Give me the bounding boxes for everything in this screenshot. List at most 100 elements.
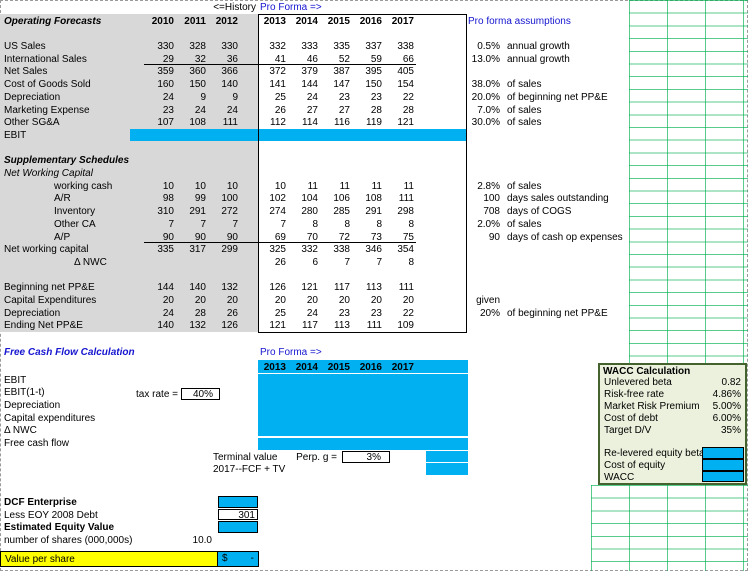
proforma-value: 7 xyxy=(344,256,350,268)
history-value: 10 xyxy=(226,180,238,192)
assumption-text: of sales xyxy=(507,218,542,230)
proforma-value: 25 xyxy=(274,307,286,319)
proforma-value: 20 xyxy=(402,295,414,307)
row-a-p: A/P 90 90 90 69 70 72 73 75 90 days of cash op exp… xyxy=(0,231,632,244)
history-value: 359 xyxy=(157,66,174,78)
history-value: 28 xyxy=(194,307,206,319)
history-value: 26 xyxy=(226,307,238,319)
row-beginning-net-pp-e: Beginning net PP&E 144 140 132 126 121 117 113 1… xyxy=(0,281,632,294)
row-a-r: A/R 98 99 100 102 104 106 108 111 100 days sales o… xyxy=(0,192,632,205)
proforma-value: 27 xyxy=(306,104,318,116)
fcf-plus-tv-cell[interactable] xyxy=(426,463,468,475)
terminal-value-cell[interactable] xyxy=(426,450,468,463)
proforma-value: 20 xyxy=(370,295,382,307)
wacc-cell-re-levered-equity-beta[interactable] xyxy=(702,447,744,459)
proforma-value: 111 xyxy=(398,282,414,294)
wacc-value-unlevered-beta: 0.82 xyxy=(721,377,741,389)
row-capital-expenditures: Capital Expenditures 20 20 20 20 20 20 20 20 give… xyxy=(0,294,632,307)
proforma-value: 144 xyxy=(301,79,318,91)
history-value: 98 xyxy=(162,193,174,205)
forecast-rows: US Sales 330 328 330 332 333 335 337 338 0.5% annu… xyxy=(0,27,748,333)
proforma-value: 20 xyxy=(306,295,318,307)
wacc-cell-wacc[interactable] xyxy=(702,470,744,483)
proforma-value: 108 xyxy=(365,193,382,205)
proforma-value: 346 xyxy=(365,244,382,256)
history-value: 335 xyxy=(157,244,174,256)
year-2011: 2011 xyxy=(184,16,206,27)
history-value: 126 xyxy=(221,320,238,332)
value-per-share-cell[interactable]: $ - xyxy=(217,551,259,567)
row-other-sg-a: Other SG&A 107 108 111 112 114 116 119 121 30.0% o… xyxy=(0,116,632,129)
dcf-enterprise-label: DCF Enterprise xyxy=(4,497,77,508)
assumption-value: 30.0% xyxy=(471,117,500,129)
debt-label: Less EOY 2008 Debt xyxy=(4,509,98,521)
proforma-value: 11 xyxy=(339,180,350,192)
row-label: Net Sales xyxy=(4,66,48,78)
proforma-value: 112 xyxy=(270,117,286,129)
tax-rate-input[interactable]: 40% xyxy=(181,387,220,400)
year-2012: 2012 xyxy=(215,16,238,27)
equity-value-label: Estimated Equity Value xyxy=(4,522,115,534)
proforma-value: 109 xyxy=(397,320,414,332)
year-2017: 2017 xyxy=(391,16,414,27)
proforma-value: 11 xyxy=(403,180,414,192)
row-label: Supplementary Schedules xyxy=(4,155,130,167)
proforma-value: 8 xyxy=(408,218,414,230)
row-label: Beginning net PP&E xyxy=(4,282,95,294)
assumption-value: given xyxy=(476,295,500,307)
tax-rate-label: tax rate = xyxy=(136,388,178,400)
history-value: 24 xyxy=(162,307,174,319)
history-value: 291 xyxy=(189,206,206,218)
history-value: 360 xyxy=(189,66,206,78)
row-label: A/R xyxy=(54,193,71,205)
proforma-value: 75 xyxy=(402,231,414,243)
history-value: 20 xyxy=(226,295,238,307)
wacc-cell-cost-of-equity[interactable] xyxy=(702,459,744,471)
history-value: 160 xyxy=(157,79,174,91)
row-label: Other SG&A xyxy=(4,117,60,129)
terminal-value-label: Terminal value xyxy=(213,451,278,463)
row-label: Depreciation xyxy=(4,307,61,319)
wacc-label-re-levered-equity-beta: Re-levered equity beta xyxy=(604,448,705,460)
history-value: 107 xyxy=(157,117,174,129)
wacc-label-market-risk-premium: Market Risk Premium xyxy=(604,401,700,412)
assumption-value: 38.0% xyxy=(471,79,500,91)
free-cash-flow-row-strip[interactable] xyxy=(258,438,468,450)
fcf-values-block[interactable] xyxy=(258,373,468,436)
proforma-value: 27 xyxy=(338,104,350,116)
history-value: 7 xyxy=(232,218,238,230)
equity-value-cell[interactable] xyxy=(218,521,258,533)
proforma-value: 66 xyxy=(402,53,414,65)
assumption-value: 13.0% xyxy=(471,53,500,65)
debt-input[interactable]: 301 xyxy=(218,508,258,521)
row-nwc: Δ NWC 26 6 7 7 8 xyxy=(0,256,632,269)
wacc-label-target-d-v: Target D/V xyxy=(604,424,652,436)
history-value: 317 xyxy=(189,244,206,256)
proforma-value: 72 xyxy=(338,231,350,243)
proforma-value: 280 xyxy=(301,206,318,218)
proforma-value: 104 xyxy=(301,193,318,205)
proforma-value: 126 xyxy=(269,282,286,294)
row-other-ca: Other CA 7 7 7 7 8 8 8 8 2.0% of sales xyxy=(0,218,632,231)
history-value: 272 xyxy=(221,206,238,218)
assumption-text: annual growth xyxy=(507,41,570,53)
proforma-value: 372 xyxy=(269,66,286,78)
proforma-value: 23 xyxy=(338,307,350,319)
proforma-value: 325 xyxy=(269,244,286,256)
fcf-year-2015: 2015 xyxy=(327,361,350,373)
wacc-label-cost-of-equity: Cost of equity xyxy=(604,460,666,471)
proforma-value: 11 xyxy=(307,180,318,192)
proforma-value: 121 xyxy=(301,282,318,294)
highlight-strip[interactable] xyxy=(130,129,466,142)
history-header: <=History xyxy=(213,2,256,13)
proforma-value: 102 xyxy=(269,193,286,205)
proforma-value: 298 xyxy=(397,206,414,218)
row-label: Cost of Goods Sold xyxy=(4,79,91,91)
dcf-enterprise-cell[interactable] xyxy=(218,496,258,508)
history-value: 36 xyxy=(226,53,238,65)
perp-growth-input[interactable]: 3% xyxy=(342,450,390,463)
wacc-label-cost-of-debt: Cost of debt xyxy=(604,412,658,424)
row-international-sales: International Sales 29 32 36 41 46 52 59 66 13.0%… xyxy=(0,53,632,66)
row-label: A/P xyxy=(54,231,71,243)
wacc-value-risk-free-rate: 4.86% xyxy=(712,389,741,401)
